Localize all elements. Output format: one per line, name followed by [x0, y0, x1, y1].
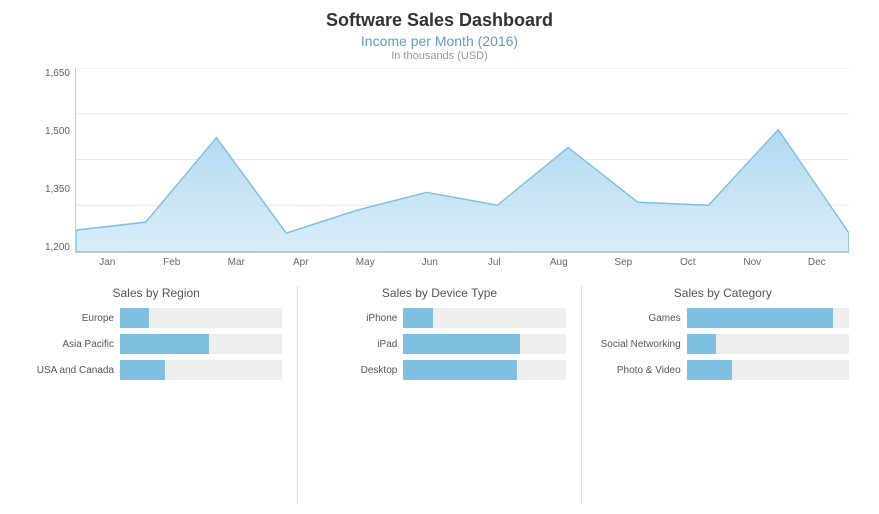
bar-fill — [403, 334, 520, 354]
bar-fill — [403, 308, 432, 328]
region-chart-title: Sales by Region — [30, 286, 282, 300]
bar-row: iPhone — [313, 308, 565, 328]
bar-fill — [120, 360, 165, 380]
x-axis-label: Feb — [140, 257, 205, 268]
x-axis-label: Jan — [75, 257, 140, 268]
bar-track — [687, 334, 849, 354]
region-chart: Sales by Region Europe Asia Pacific USA an… — [20, 286, 292, 504]
category-chart-title: Sales by Category — [597, 286, 849, 300]
x-axis-label: Aug — [527, 257, 592, 268]
chart-area — [75, 68, 849, 253]
bar-row: iPad — [313, 334, 565, 354]
bar-row: Social Networking — [597, 334, 849, 354]
bar-label: iPad — [313, 339, 403, 350]
divider-2 — [581, 286, 582, 504]
bar-fill — [687, 308, 833, 328]
bar-fill — [120, 334, 209, 354]
main-title: Software Sales Dashboard — [20, 10, 859, 31]
device-chart-title: Sales by Device Type — [313, 286, 565, 300]
y-axis-label: 1,350 — [45, 184, 70, 195]
y-axis-label: 1,650 — [45, 68, 70, 79]
bar-row: Photo & Video — [597, 360, 849, 380]
bar-track — [687, 360, 849, 380]
bar-track — [403, 360, 565, 380]
device-chart: Sales by Device Type iPhone iPad Desktop — [303, 286, 575, 504]
bar-row: Desktop — [313, 360, 565, 380]
bar-label: Social Networking — [597, 339, 687, 350]
bar-label: iPhone — [313, 313, 403, 324]
region-bars: Europe Asia Pacific USA and Canada — [30, 308, 282, 380]
x-axis-label: May — [333, 257, 398, 268]
y-axis-label: 1,500 — [45, 126, 70, 137]
x-axis-label: Jul — [462, 257, 527, 268]
bar-label: Desktop — [313, 365, 403, 376]
x-axis-label: Sep — [591, 257, 656, 268]
x-axis-label: Jun — [398, 257, 463, 268]
bar-track — [120, 334, 282, 354]
bar-row: USA and Canada — [30, 360, 282, 380]
category-bars: Games Social Networking Photo & Video — [597, 308, 849, 380]
y-axis: 1,650 1,500 1,350 1,200 — [30, 68, 75, 253]
divider-1 — [297, 286, 298, 504]
area-chart-container: 1,650 1,500 1,350 1,200 JanFebMar — [30, 68, 849, 278]
y-axis-label: 1,200 — [45, 242, 70, 253]
income-chart-title: Income per Month (2016) — [20, 33, 859, 49]
category-chart: Sales by Category Games Social Networking… — [587, 286, 859, 504]
bar-track — [120, 308, 282, 328]
bottom-section: Sales by Region Europe Asia Pacific USA an… — [20, 286, 859, 504]
bar-track — [687, 308, 849, 328]
income-chart-subtitle: In thousands (USD) — [20, 50, 859, 62]
bar-label: USA and Canada — [30, 365, 120, 376]
x-axis: JanFebMarAprMayJunJulAugSepOctNovDec — [75, 253, 849, 278]
bar-fill — [403, 360, 517, 380]
bar-label: Photo & Video — [597, 365, 687, 376]
x-axis-label: Nov — [720, 257, 785, 268]
bar-track — [403, 308, 565, 328]
bar-row: Games — [597, 308, 849, 328]
device-bars: iPhone iPad Desktop — [313, 308, 565, 380]
area-chart-svg — [76, 68, 849, 252]
x-axis-label: Mar — [204, 257, 269, 268]
x-axis-label: Apr — [269, 257, 334, 268]
bar-row: Asia Pacific — [30, 334, 282, 354]
bar-fill — [120, 308, 149, 328]
bar-fill — [687, 334, 716, 354]
bar-row: Europe — [30, 308, 282, 328]
x-axis-label: Oct — [656, 257, 721, 268]
dashboard: Software Sales Dashboard Income per Mont… — [0, 0, 879, 514]
bar-label: Asia Pacific — [30, 339, 120, 350]
bar-track — [403, 334, 565, 354]
bar-label: Europe — [30, 313, 120, 324]
bar-track — [120, 360, 282, 380]
bar-label: Games — [597, 313, 687, 324]
bar-fill — [687, 360, 732, 380]
x-axis-label: Dec — [785, 257, 850, 268]
